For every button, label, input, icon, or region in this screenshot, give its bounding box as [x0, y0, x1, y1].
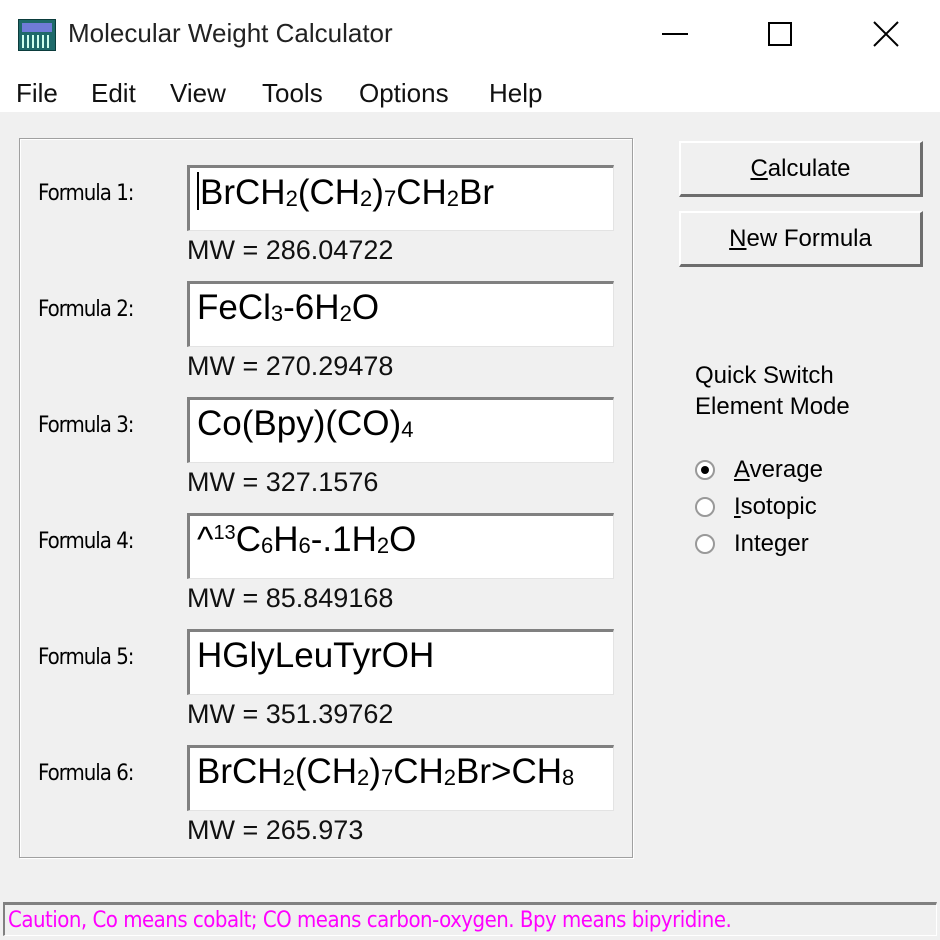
formula-label: Formula 5: — [38, 645, 134, 670]
heading-line-1: Quick Switch — [695, 362, 834, 389]
menu-options[interactable]: Options — [359, 78, 449, 109]
radio-isotopic[interactable]: Isotopic — [695, 493, 817, 521]
molecular-weight-value: MW = 327.1576 — [187, 467, 379, 497]
formula-text: ^13C6H6-.1H2O — [197, 520, 417, 559]
radio-unselected-icon — [695, 497, 715, 517]
calculate-label: Calculate — [750, 154, 851, 182]
formula-text: FeCl3-6H2O — [197, 288, 380, 327]
close-button[interactable] — [836, 0, 936, 68]
formula-label: Formula 1: — [38, 181, 134, 206]
formula-text: HGlyLeuTyrOH — [197, 636, 435, 675]
window-title: Molecular Weight Calculator — [68, 18, 393, 48]
formula-input-5[interactable]: HGlyLeuTyrOH — [187, 629, 614, 695]
formula-input-1[interactable]: BrCH2(CH2)7CH2Br — [187, 165, 614, 231]
minimize-icon — [662, 33, 688, 35]
formula-label: Formula 3: — [38, 413, 134, 438]
molecular-weight-value: MW = 85.849168 — [187, 583, 394, 613]
radio-integer[interactable]: Integer — [695, 530, 809, 558]
radio-average-label: Average — [734, 456, 823, 483]
formula-text: BrCH2(CH2)7CH2Br>CH8 — [197, 752, 575, 791]
menu-file[interactable]: File — [16, 78, 58, 109]
menu-bar: File Edit View Tools Options Help — [0, 70, 940, 112]
formula-label: Formula 6: — [38, 761, 134, 786]
new-formula-label: New Formula — [729, 224, 872, 252]
menu-help[interactable]: Help — [489, 78, 542, 109]
status-bar: Caution, Co means cobalt; CO means carbo… — [3, 902, 937, 936]
radio-integer-label: Integer — [734, 530, 809, 557]
new-formula-button[interactable]: New Formula — [679, 211, 923, 267]
radio-average[interactable]: Average — [695, 456, 823, 484]
molecular-weight-value: MW = 265.973 — [187, 815, 364, 845]
molecular-weight-value: MW = 351.39762 — [187, 699, 394, 729]
heading-line-2: Element Mode — [695, 393, 850, 420]
maximize-button[interactable] — [730, 0, 830, 68]
formula-input-2[interactable]: FeCl3-6H2O — [187, 281, 614, 347]
menu-view[interactable]: View — [170, 78, 226, 109]
formula-input-3[interactable]: Co(Bpy)(CO)4 — [187, 397, 614, 463]
element-mode-heading: Quick Switch Element Mode — [695, 360, 850, 422]
formula-label: Formula 4: — [38, 529, 134, 554]
calculator-icon — [18, 19, 56, 51]
menu-tools[interactable]: Tools — [262, 78, 323, 109]
menu-edit[interactable]: Edit — [91, 78, 136, 109]
radio-isotopic-label: Isotopic — [734, 493, 817, 520]
formula-input-6[interactable]: BrCH2(CH2)7CH2Br>CH8 — [187, 745, 614, 811]
close-icon — [873, 21, 899, 47]
minimize-button[interactable] — [625, 0, 725, 68]
formula-text: Co(Bpy)(CO)4 — [197, 404, 414, 443]
radio-unselected-icon — [695, 534, 715, 554]
formula-text: BrCH2(CH2)7CH2Br — [197, 172, 494, 212]
formula-input-4[interactable]: ^13C6H6-.1H2O — [187, 513, 614, 579]
calculate-button[interactable]: Calculate — [679, 141, 923, 197]
formula-label: Formula 2: — [38, 297, 134, 322]
title-bar: Molecular Weight Calculator — [0, 0, 940, 70]
molecular-weight-value: MW = 286.04722 — [187, 235, 394, 265]
radio-selected-icon — [695, 460, 715, 480]
molecular-weight-value: MW = 270.29478 — [187, 351, 394, 381]
maximize-icon — [768, 22, 792, 46]
